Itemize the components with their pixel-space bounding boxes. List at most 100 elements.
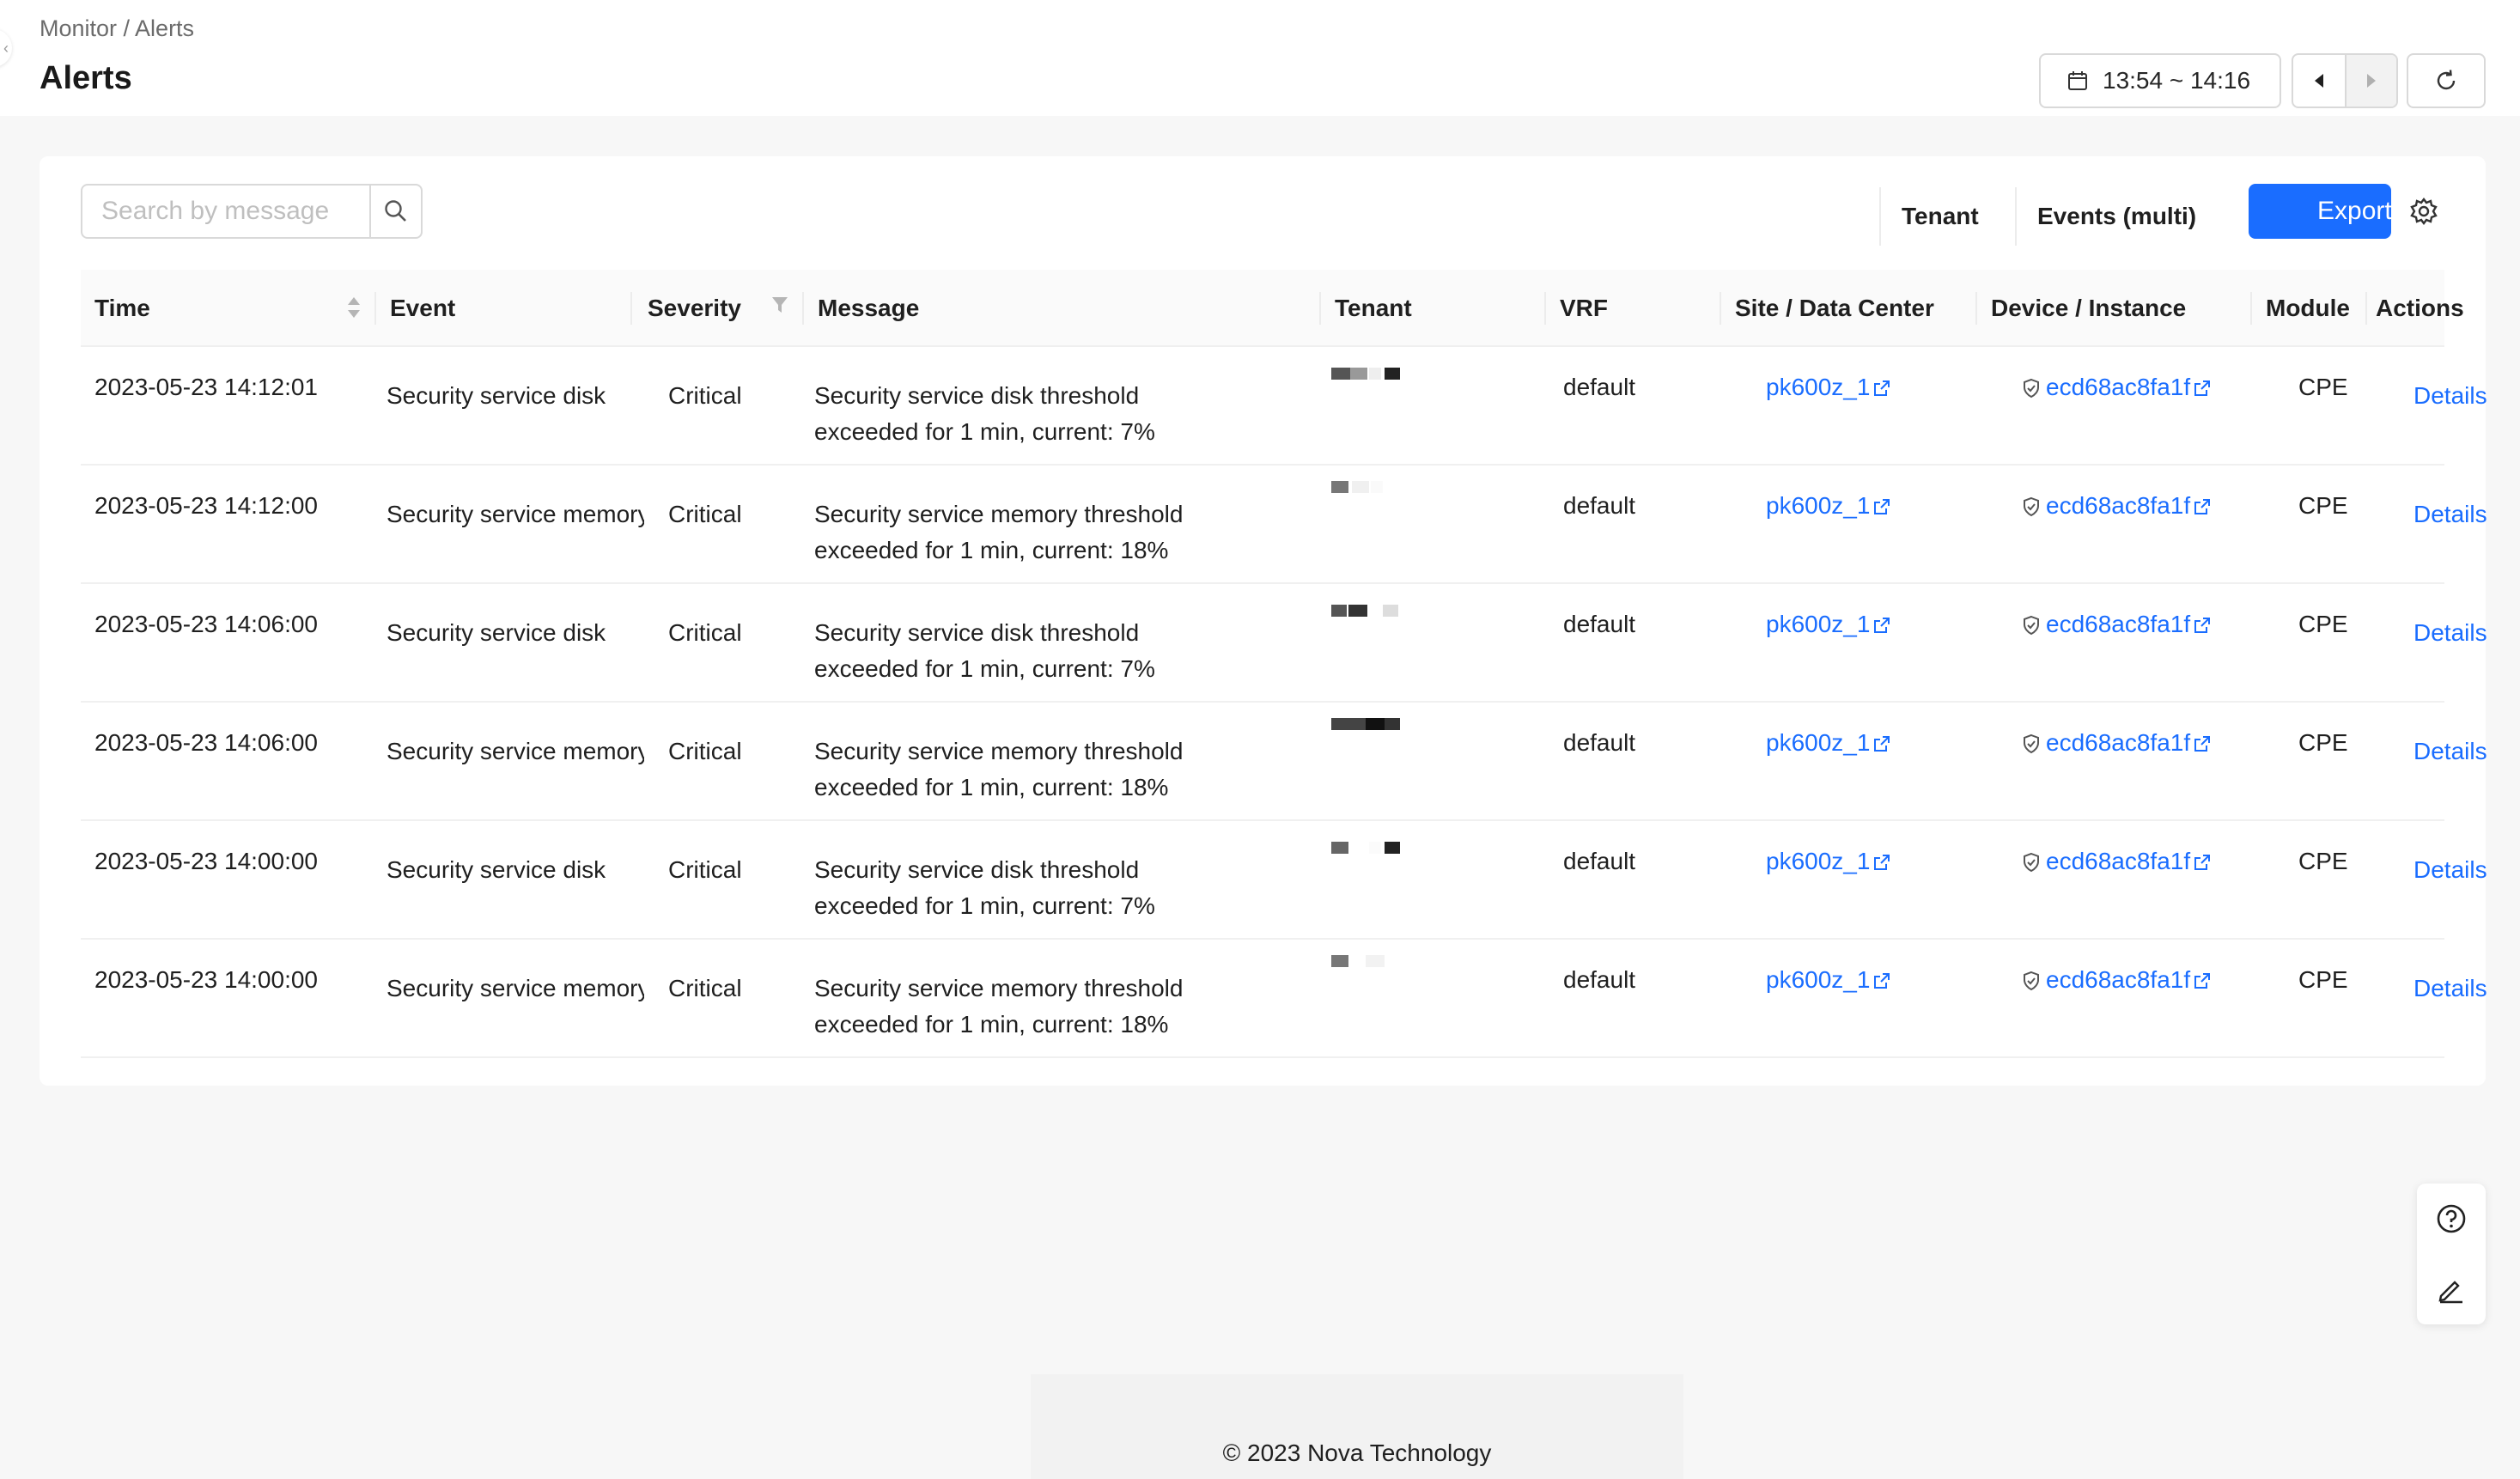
details-link[interactable]: Details — [2413, 852, 2487, 888]
tenant-filter[interactable]: Tenant — [1879, 187, 2008, 246]
cell-tenant-redacted — [1331, 703, 1417, 754]
cell-event: Security service disk — [387, 382, 606, 409]
refresh-button[interactable] — [2407, 53, 2486, 108]
table-body: 2023-05-23 14:12:01 Security service disk… — [81, 347, 2487, 1058]
shield-icon — [2024, 496, 2039, 517]
message-line-1: Security service disk threshold — [814, 619, 1140, 646]
calendar-icon — [2067, 70, 2089, 92]
edit-icon — [2438, 1281, 2462, 1304]
search-button[interactable] — [369, 186, 421, 237]
device-link[interactable]: ecd68ac8fa1f — [2022, 488, 2212, 524]
message-line-2: exceeded for 1 min, current: 7% — [814, 418, 1155, 445]
site-link[interactable]: pk600z_1 — [1766, 725, 1891, 761]
time-range-value: 13:54 ~ 14:16 — [2103, 67, 2251, 94]
column-time[interactable]: Time — [81, 270, 376, 347]
details-link[interactable]: Details — [2413, 378, 2487, 414]
caret-left-icon — [2314, 74, 2323, 88]
external-link-icon — [2194, 736, 2211, 752]
site-link[interactable]: pk600z_1 — [1766, 962, 1891, 998]
shield-icon — [2024, 615, 2039, 636]
page-title: Alerts — [40, 60, 132, 96]
cell-tenant-redacted — [1331, 466, 1417, 517]
gear-icon[interactable] — [2408, 196, 2439, 227]
site-link[interactable]: pk600z_1 — [1766, 843, 1891, 879]
previous-range-button[interactable] — [2293, 55, 2345, 107]
help-button[interactable] — [2417, 1184, 2486, 1254]
cell-event: Security service memory — [387, 501, 644, 527]
cell-message: Security service memory threshold exceede… — [814, 733, 1183, 806]
time-range-picker[interactable]: 13:54 ~ 14:16 — [2039, 53, 2281, 108]
external-link-icon — [1874, 618, 1890, 633]
message-line-2: exceeded for 1 min, current: 18% — [814, 1011, 1169, 1038]
copyright-text: © 2023 Nova Technology — [1222, 1439, 1492, 1466]
message-line-1: Security service memory threshold — [814, 501, 1184, 527]
device-link[interactable]: ecd68ac8fa1f — [2022, 369, 2212, 405]
search-box — [81, 184, 423, 239]
column-event: Event — [376, 270, 632, 347]
cell-module: CPE — [2298, 611, 2348, 637]
search-icon — [385, 200, 406, 222]
alerts-card: Tenant Events (multi) Export Time Event … — [40, 156, 2487, 1086]
message-line-2: exceeded for 1 min, current: 18% — [814, 774, 1169, 800]
column-module: Module — [2252, 270, 2367, 347]
search-input[interactable] — [82, 186, 369, 237]
sidebar-collapse-handle[interactable]: ‹ — [0, 29, 12, 67]
details-link[interactable]: Details — [2413, 615, 2487, 651]
feedback-button[interactable] — [2417, 1254, 2486, 1324]
device-link[interactable]: ecd68ac8fa1f — [2022, 843, 2212, 879]
column-site: Site / Data Center — [1721, 270, 1977, 347]
shield-icon — [2024, 733, 2039, 754]
column-vrf: VRF — [1546, 270, 1721, 347]
cell-tenant-redacted — [1331, 584, 1417, 636]
details-link[interactable]: Details — [2413, 733, 2487, 770]
cell-vrf: default — [1563, 966, 1636, 993]
cell-event: Security service disk — [387, 856, 606, 883]
device-link[interactable]: ecd68ac8fa1f — [2022, 725, 2212, 761]
cell-vrf: default — [1563, 492, 1636, 519]
cell-module: CPE — [2298, 729, 2348, 756]
cell-message: Security service memory threshold exceede… — [814, 971, 1183, 1043]
cell-tenant-redacted — [1331, 940, 1417, 991]
cell-module: CPE — [2298, 374, 2348, 400]
message-line-1: Security service disk threshold — [814, 856, 1140, 883]
column-severity[interactable]: Severity — [632, 270, 804, 347]
external-link-icon — [2194, 618, 2211, 633]
cell-event: Security service disk — [387, 619, 606, 646]
next-range-button[interactable] — [2344, 55, 2396, 107]
table-row: 2023-05-23 14:06:00 Security service disk… — [81, 584, 2487, 703]
table-row: 2023-05-23 14:12:00 Security service memo… — [81, 466, 2487, 584]
cell-message: Security service disk threshold exceeded … — [814, 378, 1155, 450]
alerts-table: Time Event Severity Message Tenant VRF S… — [81, 270, 2487, 1058]
message-line-2: exceeded for 1 min, current: 7% — [814, 655, 1155, 682]
site-link[interactable]: pk600z_1 — [1766, 369, 1891, 405]
external-link-icon — [2194, 380, 2211, 396]
column-message: Message — [804, 270, 1321, 347]
message-line-1: Security service disk threshold — [814, 382, 1140, 409]
device-link[interactable]: ecd68ac8fa1f — [2022, 606, 2212, 642]
external-link-icon — [2194, 855, 2211, 870]
export-button[interactable]: Export — [2249, 184, 2391, 239]
table-header: Time Event Severity Message Tenant VRF S… — [81, 270, 2464, 347]
footer: © 2023 Nova Technology — [1031, 1374, 1683, 1479]
sort-icon[interactable] — [347, 295, 361, 320]
cell-vrf: default — [1563, 611, 1636, 637]
cell-message: Security service memory threshold exceede… — [814, 496, 1183, 569]
cell-time: 2023-05-23 14:06:00 — [94, 611, 318, 637]
cell-module: CPE — [2298, 966, 2348, 993]
table-row: 2023-05-23 14:00:00 Security service disk… — [81, 821, 2487, 940]
filter-icon[interactable] — [771, 295, 788, 314]
external-link-icon — [1874, 736, 1890, 752]
device-link[interactable]: ecd68ac8fa1f — [2022, 962, 2212, 998]
cell-time: 2023-05-23 14:12:00 — [94, 492, 318, 519]
cell-event: Security service memory — [387, 975, 644, 1001]
time-nav-group — [2292, 53, 2398, 108]
table-row: 2023-05-23 14:00:00 Security service memo… — [81, 940, 2487, 1058]
external-link-icon — [1874, 380, 1890, 396]
cell-module: CPE — [2298, 492, 2348, 519]
site-link[interactable]: pk600z_1 — [1766, 488, 1891, 524]
details-link[interactable]: Details — [2413, 496, 2487, 533]
details-link[interactable]: Details — [2413, 971, 2487, 1007]
events-filter[interactable]: Events (multi) — [2015, 187, 2230, 246]
site-link[interactable]: pk600z_1 — [1766, 606, 1891, 642]
external-link-icon — [1874, 499, 1890, 514]
